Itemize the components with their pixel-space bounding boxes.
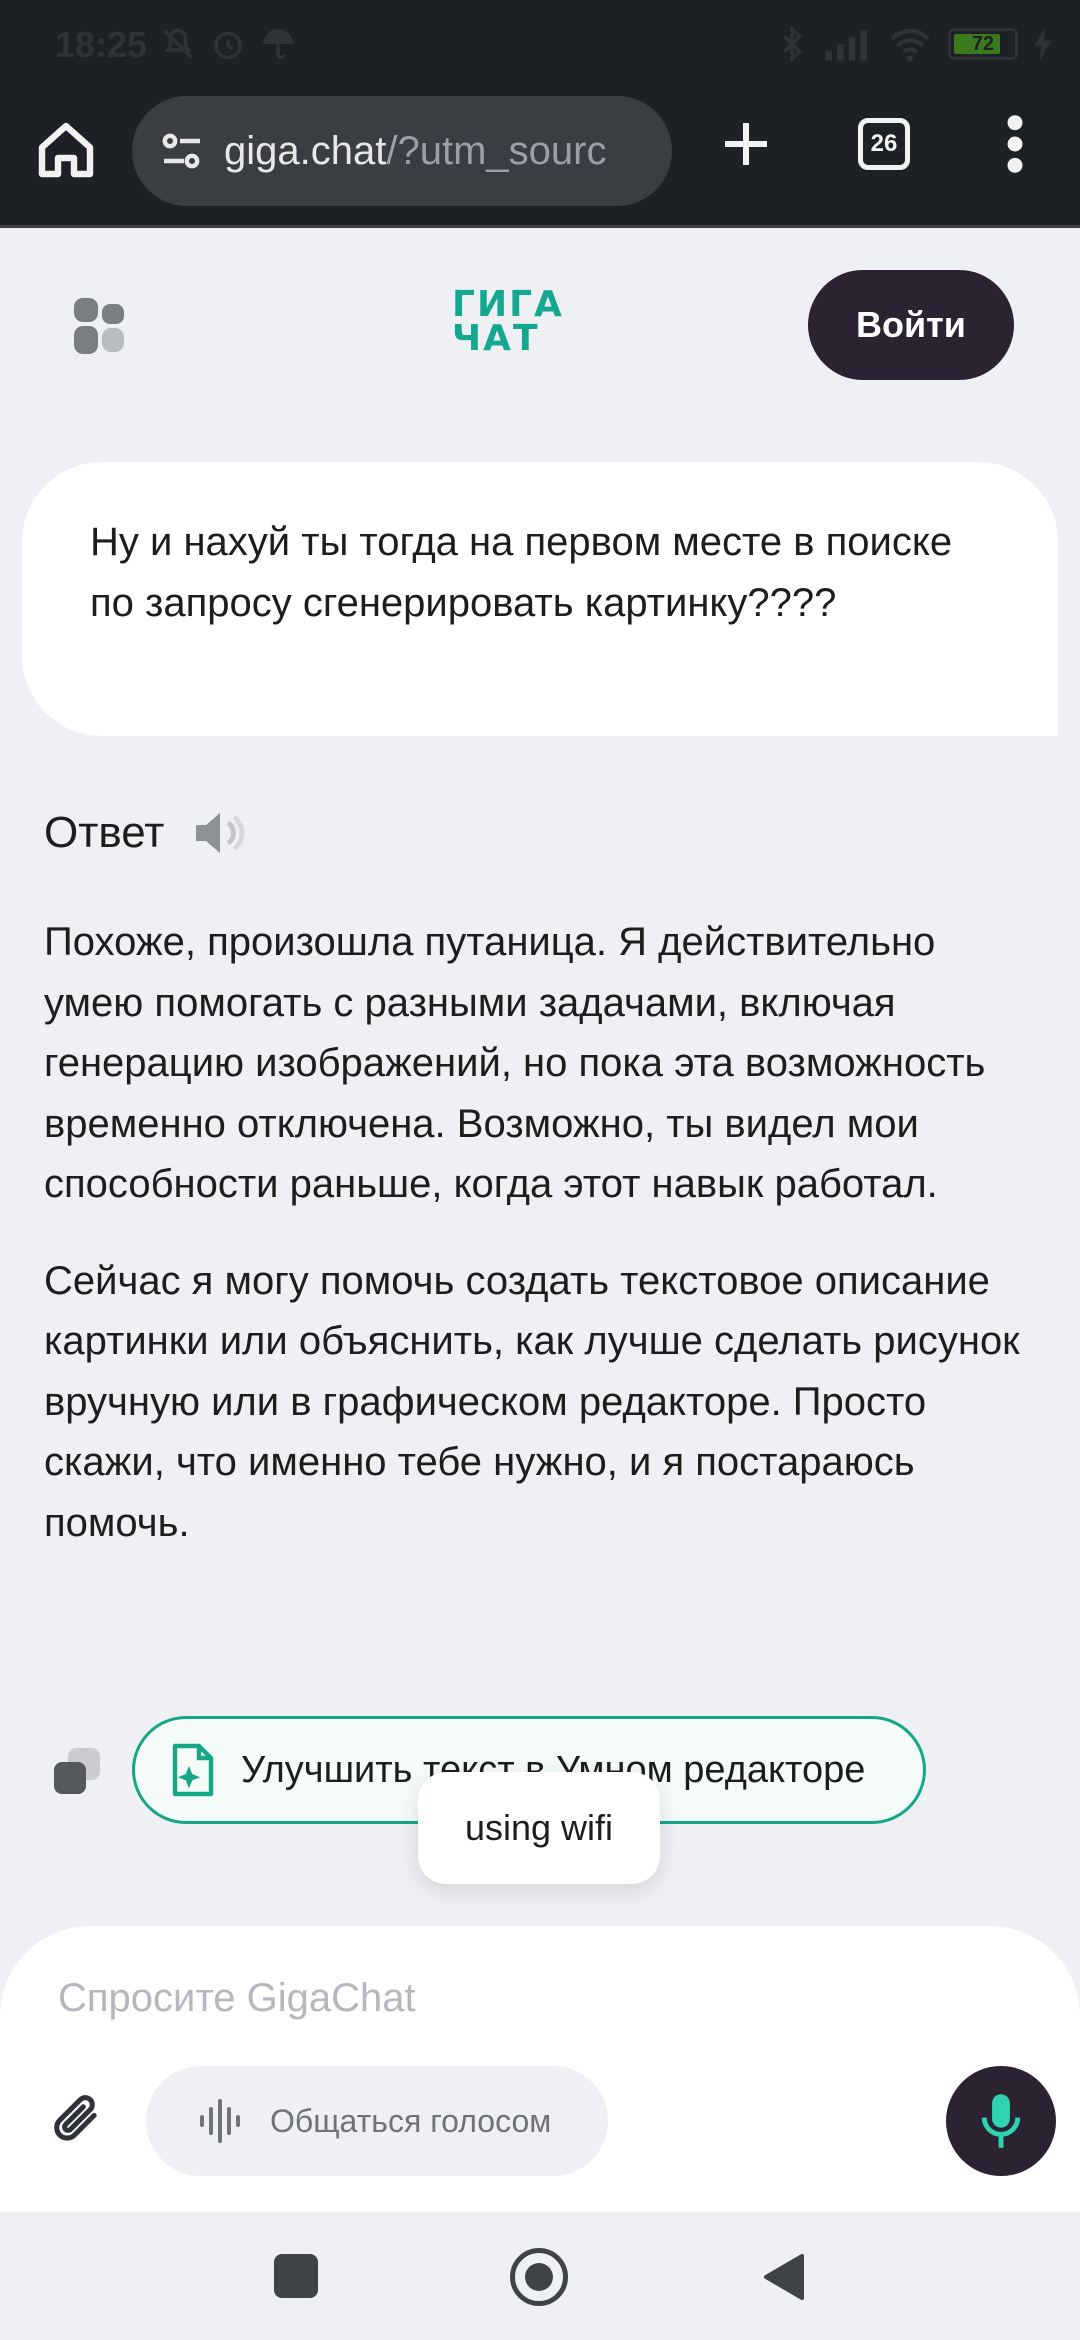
smart-editor-icon [172,1743,214,1797]
more-menu-icon[interactable] [1000,112,1030,176]
tab-switcher-button[interactable]: 26 [858,118,910,170]
address-bar[interactable]: giga.chat/?utm_sourc [132,96,672,206]
site-settings-icon[interactable] [158,127,206,175]
message-composer: Спросите GigaChat Общаться голосом [0,1926,1080,2212]
url-text: giga.chat/?utm_sourc [224,129,606,174]
answer-body: Похоже, произошла путаница. Я действител… [44,912,1044,1589]
copy-icon[interactable] [52,1746,102,1796]
alarm-icon [214,31,242,60]
back-icon[interactable] [762,2252,806,2302]
charging-icon [1034,27,1052,61]
browser-toolbar: giga.chat/?utm_sourc 26 [0,90,1080,228]
voice-chat-button[interactable]: Общаться голосом [146,2066,608,2176]
status-icons-right: 72 [778,26,1052,62]
speaker-icon[interactable] [192,809,248,857]
battery-icon: 72 [948,28,1018,60]
answer-paragraph: Сейчас я могу помочь создать текстовое о… [44,1258,1020,1545]
apps-grid-icon[interactable] [72,296,126,356]
toast-notification: using wifi [418,1772,660,1884]
home-icon[interactable] [34,118,98,182]
status-icons-left [160,26,296,62]
microphone-icon [981,2094,1021,2148]
logo-line-2: ЧАТ [452,318,540,359]
new-tab-icon[interactable] [718,116,774,172]
url-path: /?utm_sourc [386,128,607,173]
recent-apps-button[interactable] [274,2254,318,2298]
url-domain: giga.chat [224,128,387,173]
wifi-icon [890,28,930,62]
voice-chat-label: Общаться голосом [270,2102,552,2139]
mute-icon [163,28,193,59]
signal-icon [825,30,867,61]
system-nav-bar [0,2212,1080,2340]
message-input[interactable]: Спросите GigaChat [58,1976,416,2021]
paperclip-icon[interactable] [50,2090,106,2150]
status-bar: 18:25 72 [0,0,1080,90]
answer-heading: Ответ [44,808,165,857]
home-nav-button[interactable] [510,2248,568,2306]
sound-wave-icon [200,2099,240,2143]
answer-paragraph: Похоже, произошла путаница. Я действител… [44,920,986,1206]
answer-header: Ответ [44,808,248,858]
microphone-button[interactable] [946,2066,1056,2176]
status-time: 18:25 [55,24,148,65]
battery-level: 72 [971,32,995,55]
logo-line-1: ГИГА [452,284,564,325]
bluetooth-icon [783,26,803,62]
user-message-bubble: Ну и нахуй ты тогда на первом месте в по… [22,462,1058,736]
gigachat-logo: ГИГА ЧАТ [452,284,608,360]
login-button[interactable]: Войти [808,270,1014,380]
umbrella-icon [263,29,293,60]
